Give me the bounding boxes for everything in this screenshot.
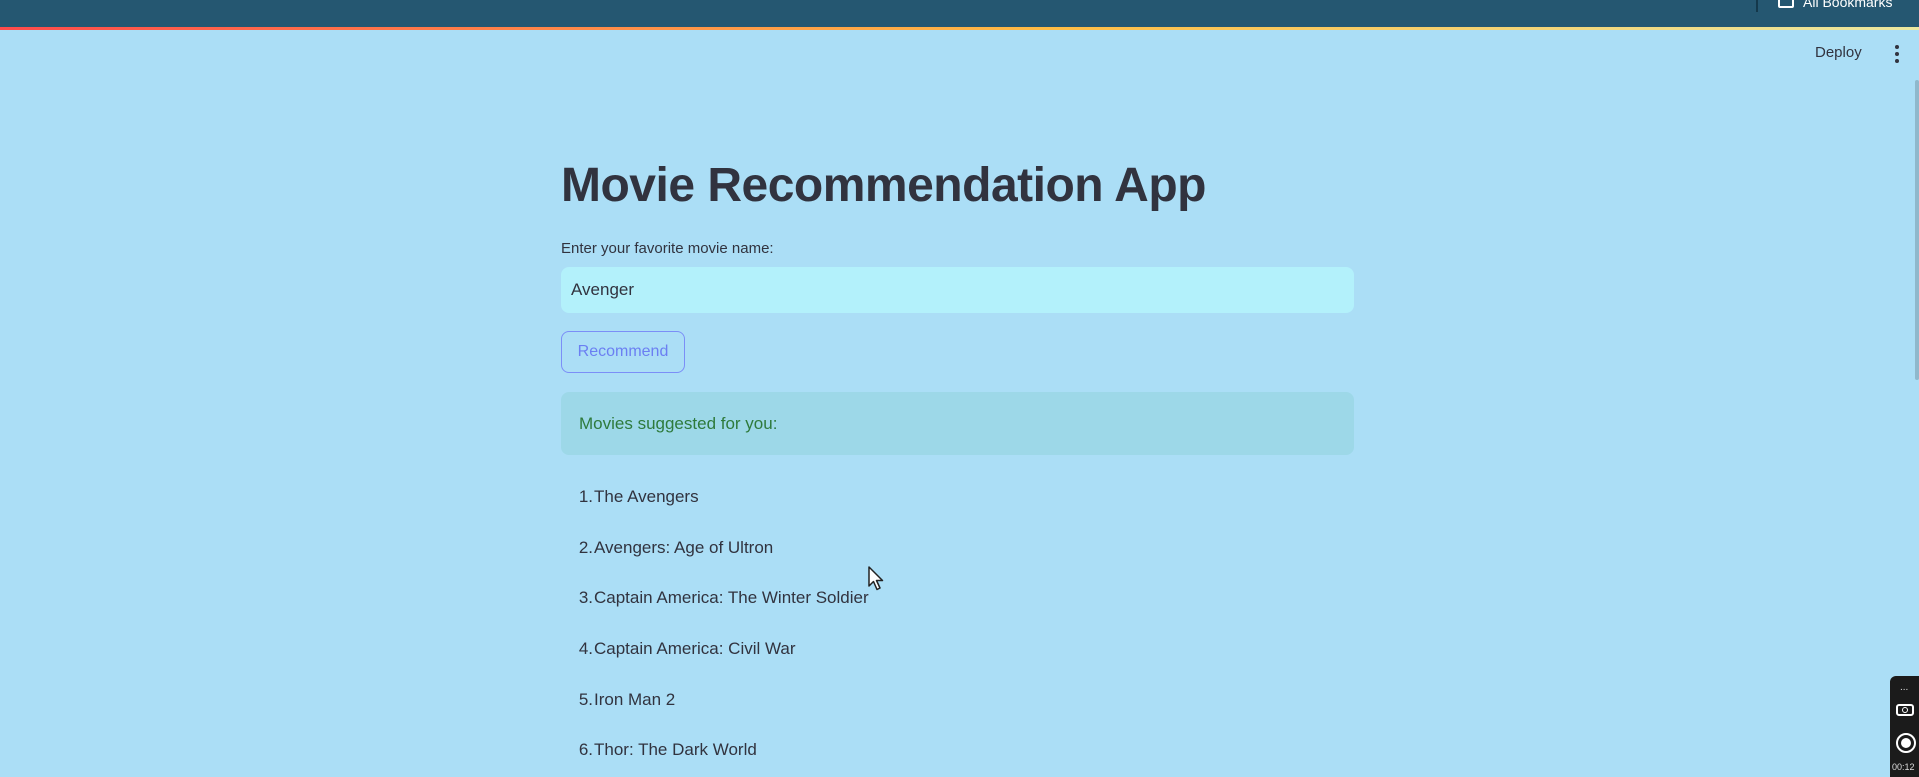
list-item: 1. The Avengers xyxy=(561,472,869,523)
all-bookmarks-button[interactable]: All Bookmarks xyxy=(1778,0,1892,10)
all-bookmarks-label: All Bookmarks xyxy=(1803,0,1893,10)
camera-icon[interactable] xyxy=(1896,704,1914,716)
list-item: 4. Captain America: Civil War xyxy=(561,624,869,675)
mouse-cursor-icon xyxy=(868,566,884,591)
page-title: Movie Recommendation App xyxy=(561,159,1206,212)
list-item-number: 4. xyxy=(578,639,593,659)
list-item-title: Captain America: The Winter Soldier xyxy=(594,588,869,608)
list-item-title: The Avengers xyxy=(594,487,699,507)
success-message: Movies suggested for you: xyxy=(579,414,778,433)
list-item-number: 2. xyxy=(578,537,593,557)
app-header-decoration xyxy=(0,27,1919,30)
list-item: 5. Iron Man 2 xyxy=(561,674,869,725)
list-item-title: Avengers: Age of Ultron xyxy=(594,537,774,557)
success-alert: Movies suggested for you: xyxy=(561,392,1354,455)
list-item: 2. Avengers: Age of Ultron xyxy=(561,523,869,574)
list-item-number: 3. xyxy=(578,588,593,608)
kebab-menu-icon[interactable] xyxy=(1890,45,1904,63)
list-item-title: Captain America: Civil War xyxy=(594,639,796,659)
scrollbar[interactable] xyxy=(1915,80,1919,380)
recommendation-list: 1. The Avengers 2. Avengers: Age of Ultr… xyxy=(561,472,869,776)
list-item: 6. Thor: The Dark World xyxy=(561,725,869,776)
list-item-number: 5. xyxy=(578,689,593,709)
list-item-number: 1. xyxy=(578,487,593,507)
recording-timer: 00:12 xyxy=(1892,762,1915,772)
recommend-button[interactable]: Recommend xyxy=(561,331,685,373)
browser-toolbar: All Bookmarks xyxy=(0,0,1919,27)
movie-name-input[interactable] xyxy=(561,267,1354,313)
toolbar-divider xyxy=(1756,0,1758,12)
screen-recorder-widget[interactable]: ... 00:12 xyxy=(1890,676,1919,777)
list-item-title: Iron Man 2 xyxy=(594,689,676,709)
list-item-number: 6. xyxy=(578,740,593,760)
record-icon[interactable] xyxy=(1896,733,1916,753)
movie-input-label: Enter your favorite movie name: xyxy=(561,240,774,257)
list-item-title: Thor: The Dark World xyxy=(594,740,757,760)
deploy-button[interactable]: Deploy xyxy=(1815,44,1862,61)
folder-icon xyxy=(1778,0,1794,8)
recorder-menu-icon[interactable]: ... xyxy=(1900,682,1908,693)
list-item: 3. Captain America: The Winter Soldier xyxy=(561,573,869,624)
